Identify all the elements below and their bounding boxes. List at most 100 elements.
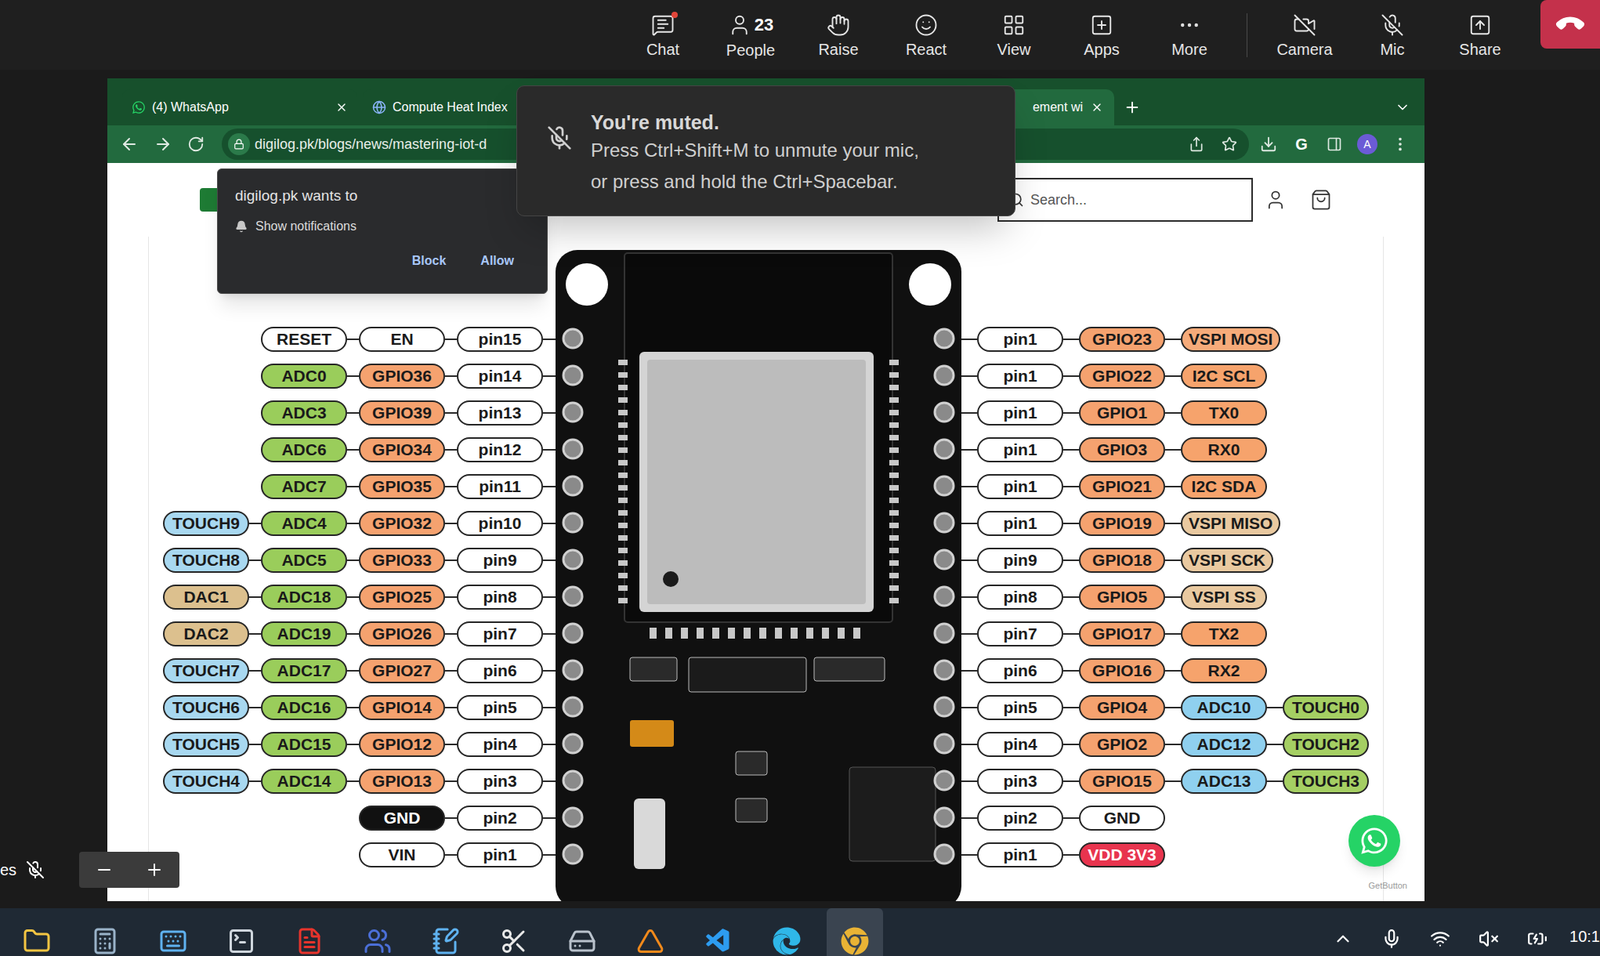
pin-label: TOUCH9 <box>162 510 250 536</box>
forward-icon[interactable] <box>153 134 173 154</box>
prompt-button[interactable]: Allow <box>480 251 515 271</box>
chrome-icon <box>840 926 869 956</box>
pin-label: ADC16 <box>260 695 348 721</box>
connector-line <box>249 522 261 525</box>
cart-icon[interactable] <box>1310 188 1333 211</box>
bookmark-star-icon[interactable] <box>1221 136 1238 153</box>
pin-label: GPIO2 <box>1078 731 1166 757</box>
toolbar-button[interactable]: Raise <box>794 0 883 70</box>
connector-line <box>961 633 978 635</box>
people-count: 23 <box>754 11 774 38</box>
battery-icon[interactable] <box>1527 928 1548 949</box>
toolbar-button[interactable]: Share <box>1436 0 1524 70</box>
taskbar-app[interactable] <box>213 908 270 956</box>
microphone-icon[interactable] <box>1381 928 1402 949</box>
connector-line <box>542 633 556 635</box>
share-icon[interactable] <box>1188 136 1205 153</box>
toolbar-button[interactable]: Camera <box>1260 0 1349 70</box>
new-tab-icon[interactable] <box>1123 98 1141 116</box>
connector-line <box>542 412 556 414</box>
whatsapp-chat-button[interactable] <box>1348 814 1401 867</box>
connector-line <box>445 706 457 709</box>
pin-label: TX2 <box>1180 621 1267 647</box>
zoom-in-icon[interactable] <box>144 860 164 880</box>
taskbar-app[interactable] <box>281 908 338 956</box>
pin-label: pin6 <box>977 658 1064 684</box>
pin-label: ADC12 <box>1180 731 1267 757</box>
pin-label: ADC15 <box>260 731 348 757</box>
connector-line <box>445 485 457 488</box>
back-icon[interactable] <box>119 134 139 154</box>
widget-caption: GetButton <box>1368 879 1408 893</box>
connector-line <box>961 522 978 525</box>
prompt-button[interactable]: Block <box>412 251 447 271</box>
connector-line <box>542 854 556 856</box>
close-icon[interactable] <box>335 101 348 114</box>
connector-line <box>1165 780 1181 782</box>
clock[interactable]: 10:1 <box>1569 928 1600 945</box>
leave-button[interactable] <box>1540 0 1600 49</box>
taskbar-app[interactable] <box>485 908 543 956</box>
tab-search-icon[interactable] <box>1394 99 1411 116</box>
pin-row: pin1GPIO22I2C SCL <box>961 357 1369 395</box>
connector-line <box>961 854 978 856</box>
toolbar-button[interactable]: React <box>882 0 971 70</box>
side-panel-icon[interactable] <box>1326 136 1343 153</box>
download-icon[interactable] <box>1259 135 1278 153</box>
taskbar-app[interactable] <box>826 908 884 956</box>
taskbar-app[interactable] <box>8 908 66 956</box>
taskbar-app[interactable] <box>622 908 679 956</box>
taskbar-app[interactable] <box>349 908 406 956</box>
url-text: digilog.pk/blogs/news/mastering-iot-d <box>254 133 487 156</box>
toolbar-button[interactable]: Chat <box>619 0 707 70</box>
taskbar-app[interactable] <box>417 908 475 956</box>
taskbar-app[interactable] <box>144 908 202 956</box>
pin-label: pin4 <box>456 731 543 757</box>
speaker-muted-icon[interactable] <box>1478 928 1499 949</box>
taskbar-app[interactable] <box>690 908 747 956</box>
reload-icon[interactable] <box>187 135 205 153</box>
connector-line <box>542 522 556 525</box>
wifi-icon[interactable] <box>1429 928 1451 949</box>
pin-row: DAC1ADC18GPIO25pin8 <box>162 578 556 616</box>
pin-label: GPIO18 <box>1078 547 1166 573</box>
menu-icon[interactable] <box>1391 135 1409 153</box>
pin-label: ADC7 <box>260 474 348 500</box>
toolbar-button[interactable]: View <box>970 0 1058 70</box>
connector-line <box>961 412 978 414</box>
profile-avatar[interactable]: A <box>1357 133 1378 155</box>
zoom-out-icon[interactable] <box>94 860 114 880</box>
connector-line <box>542 669 556 672</box>
taskbar-app[interactable] <box>76 908 134 956</box>
connector-line <box>1063 559 1079 562</box>
pin-label: GPIO12 <box>358 731 446 757</box>
browser-tab[interactable]: (4) WhatsApp <box>122 89 358 126</box>
hidden-icons-icon[interactable] <box>1332 928 1354 949</box>
participant-mic-off-icon <box>25 860 45 880</box>
pin-label: ADC4 <box>260 510 348 536</box>
taskbar-app[interactable] <box>758 908 815 956</box>
account-icon[interactable] <box>1264 188 1287 211</box>
lock-icon[interactable] <box>233 138 245 150</box>
connector-line <box>347 706 359 709</box>
pin-row: pin1GPIO1TX0 <box>961 394 1369 431</box>
search-box[interactable]: Search... <box>997 177 1253 222</box>
toolbar-button[interactable]: More <box>1145 0 1234 70</box>
pin-label: GPIO3 <box>1078 437 1166 463</box>
extension-button[interactable]: G <box>1295 136 1308 153</box>
close-icon[interactable] <box>1090 101 1104 114</box>
toolbar-button[interactable]: Mic <box>1348 0 1437 70</box>
connector-line <box>1165 448 1181 451</box>
react-icon <box>914 13 938 37</box>
connector-line <box>1063 448 1079 451</box>
toolbar-button[interactable]: 23People <box>706 0 795 70</box>
connector-line <box>1266 706 1283 709</box>
pin-label: pin9 <box>456 547 543 573</box>
connector-line <box>1165 375 1181 377</box>
pin-label: pin12 <box>456 437 543 463</box>
pin-label: I2C SCL <box>1180 363 1267 389</box>
toolbar-button[interactable]: Apps <box>1057 0 1146 70</box>
pin-label: pin1 <box>977 437 1064 463</box>
pin-row: GNDpin2 <box>162 799 556 837</box>
taskbar-app[interactable] <box>553 908 611 956</box>
